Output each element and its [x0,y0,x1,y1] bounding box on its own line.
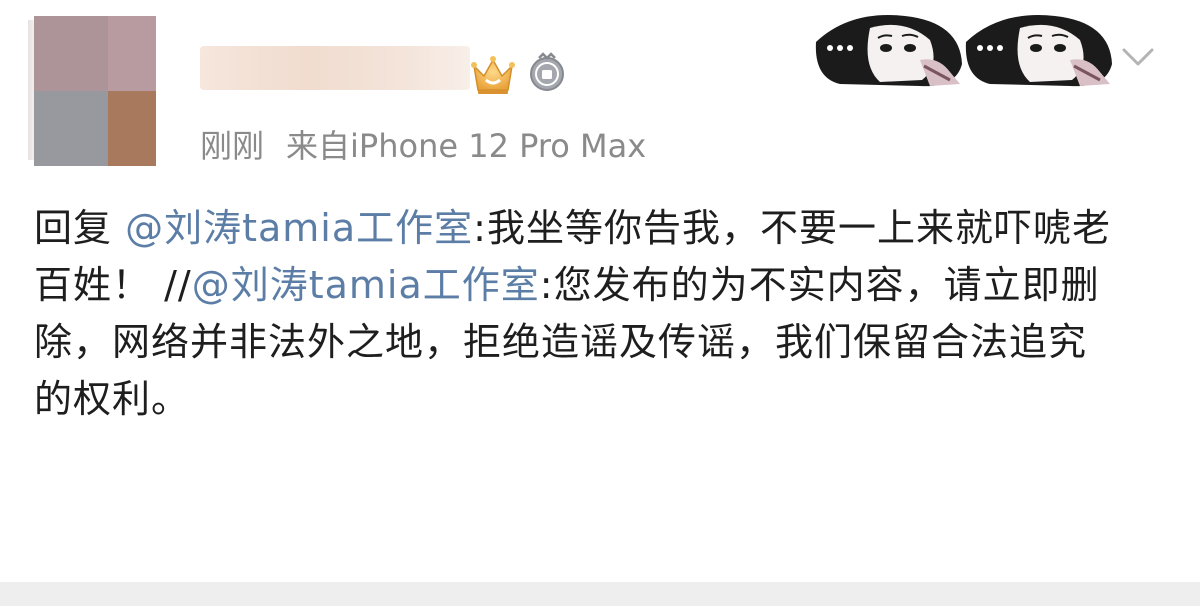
mention-link[interactable]: @刘涛tamia工作室 [125,206,473,250]
mention-link[interactable]: @刘涛tamia工作室 [192,263,540,307]
avatar-pixel [34,16,108,91]
sticker-decoration [965,15,1112,87]
bottom-divider [0,582,1200,606]
comment-body: 回复 @刘涛tamia工作室:我坐等你告我，不要一上来就吓唬老百姓！ //@刘涛… [34,200,1114,428]
avatar-pixel [108,91,156,166]
post-time: 刚刚 [200,127,265,165]
sticker-decoration [815,15,962,87]
reply-prefix: 回复 [34,206,113,250]
avatar-pixel [34,91,108,166]
post-source: 来自iPhone 12 Pro Max [286,127,647,165]
avatar-pixel [108,16,156,91]
post-meta: 刚刚 来自iPhone 12 Pro Max [200,124,646,168]
crown-icon[interactable] [470,52,516,96]
repost-separator: // [164,263,192,307]
avatar[interactable] [34,16,156,166]
badge-icon[interactable] [527,52,567,92]
username-redacted[interactable] [200,46,470,90]
chevron-down-icon[interactable] [1118,40,1158,76]
